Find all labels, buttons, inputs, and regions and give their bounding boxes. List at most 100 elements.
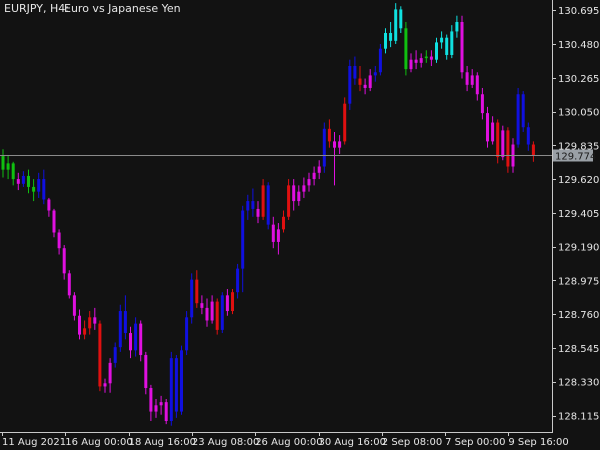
candle-body bbox=[450, 31, 454, 55]
candle-body bbox=[414, 59, 418, 63]
candle-body bbox=[62, 248, 66, 274]
candle-body bbox=[282, 216, 285, 230]
candle-body bbox=[108, 362, 112, 384]
chart-window[interactable]: 130.695 130.480 130.265 130.050 129.835 129.6… bbox=[0, 0, 600, 450]
candle-body bbox=[470, 75, 474, 85]
candle-body bbox=[307, 179, 311, 186]
candle bbox=[404, 21, 408, 76]
candle-body bbox=[322, 128, 326, 167]
candle-body bbox=[424, 56, 428, 59]
candle bbox=[266, 182, 270, 230]
candle-body bbox=[475, 75, 479, 95]
candle bbox=[460, 15, 464, 79]
candle-body bbox=[256, 208, 260, 217]
candle-body bbox=[139, 323, 143, 356]
candle-body bbox=[47, 199, 51, 211]
candle-body bbox=[185, 317, 189, 351]
candle-body bbox=[338, 141, 342, 148]
candle-body bbox=[225, 295, 229, 312]
candle bbox=[185, 311, 189, 356]
candle-body bbox=[220, 295, 224, 330]
candle-body bbox=[169, 358, 173, 422]
time-tick-label: 11 Aug 2021 bbox=[2, 437, 66, 448]
candle bbox=[190, 273, 194, 324]
candle-body bbox=[409, 59, 413, 70]
candle-body bbox=[531, 144, 535, 156]
candle bbox=[118, 304, 122, 352]
candle-body bbox=[118, 311, 122, 348]
candle-body bbox=[37, 179, 41, 192]
candle-body bbox=[460, 21, 464, 73]
candle-body bbox=[27, 175, 30, 187]
candle-body bbox=[496, 122, 500, 158]
price-tick-label: 128.330 bbox=[558, 378, 599, 389]
candlestick-chart[interactable]: 130.695130.480130.265130.050129.835129.6… bbox=[0, 0, 600, 450]
candle-body bbox=[317, 166, 321, 173]
candle-body bbox=[333, 141, 336, 148]
candle-body bbox=[435, 42, 438, 60]
price-tick-label: 129.190 bbox=[558, 243, 599, 254]
symbol-label: EURJPY, H4: bbox=[4, 2, 69, 15]
candle-body bbox=[195, 279, 199, 304]
candle bbox=[343, 97, 347, 145]
candle-body bbox=[103, 383, 107, 387]
candle-body bbox=[129, 333, 132, 351]
price-tick-label: 130.265 bbox=[558, 74, 599, 85]
candle-body bbox=[52, 210, 56, 233]
candle-body bbox=[67, 273, 71, 296]
candle bbox=[516, 87, 520, 148]
chart-background bbox=[0, 0, 600, 450]
candle-body bbox=[180, 350, 183, 412]
candle bbox=[231, 289, 234, 315]
candle bbox=[348, 59, 352, 110]
symbol-description: Euro vs Japanese Yen bbox=[64, 2, 181, 15]
candle-body bbox=[6, 163, 10, 170]
candle bbox=[215, 298, 219, 335]
candle-body bbox=[16, 179, 20, 184]
candle-body bbox=[363, 84, 367, 88]
time-tick-label: 16 Aug 00:00 bbox=[65, 437, 132, 448]
price-tick-label: 128.545 bbox=[558, 344, 599, 355]
candle-body bbox=[353, 65, 357, 79]
candle-body bbox=[215, 301, 219, 330]
price-tick-label: 128.975 bbox=[558, 276, 599, 287]
price-tick-label: 129.405 bbox=[558, 209, 599, 220]
candle-body bbox=[190, 279, 194, 318]
candle-body bbox=[491, 122, 495, 142]
candle-body bbox=[134, 323, 138, 351]
time-tick-label: 9 Sep 16:00 bbox=[508, 437, 568, 448]
candle-body bbox=[429, 56, 433, 60]
time-tick-label: 7 Sep 00:00 bbox=[445, 437, 505, 448]
candle-body bbox=[445, 37, 449, 55]
candle bbox=[164, 399, 168, 425]
candle-body bbox=[465, 72, 469, 85]
candle-body bbox=[404, 28, 408, 70]
candle-body bbox=[42, 179, 46, 200]
candle-body bbox=[72, 295, 76, 316]
time-tick-label: 30 Aug 16:00 bbox=[319, 437, 386, 448]
candle-body bbox=[486, 113, 489, 142]
candle-body bbox=[292, 185, 296, 202]
candle-body bbox=[480, 94, 484, 114]
candle-body bbox=[358, 78, 362, 85]
candle-body bbox=[231, 292, 234, 312]
price-tick-label: 128.115 bbox=[558, 412, 599, 423]
current-price-label: 129.774 bbox=[555, 152, 596, 163]
candle-body bbox=[11, 163, 15, 180]
candle-body bbox=[455, 21, 459, 32]
candle-body bbox=[343, 103, 347, 142]
price-tick-label: 128.760 bbox=[558, 310, 599, 321]
candle-body bbox=[526, 127, 530, 145]
candle-body bbox=[236, 268, 240, 293]
price-tick-label: 130.695 bbox=[558, 6, 599, 17]
candle-body bbox=[327, 128, 331, 142]
candle-body bbox=[251, 201, 255, 209]
candle-body bbox=[144, 355, 148, 389]
candle-body bbox=[276, 229, 280, 242]
candle-body bbox=[368, 75, 372, 88]
price-tick-label: 130.480 bbox=[558, 40, 599, 51]
candle-body bbox=[154, 405, 158, 412]
candle bbox=[169, 351, 173, 426]
candle-body bbox=[440, 37, 444, 43]
candle bbox=[378, 43, 382, 76]
